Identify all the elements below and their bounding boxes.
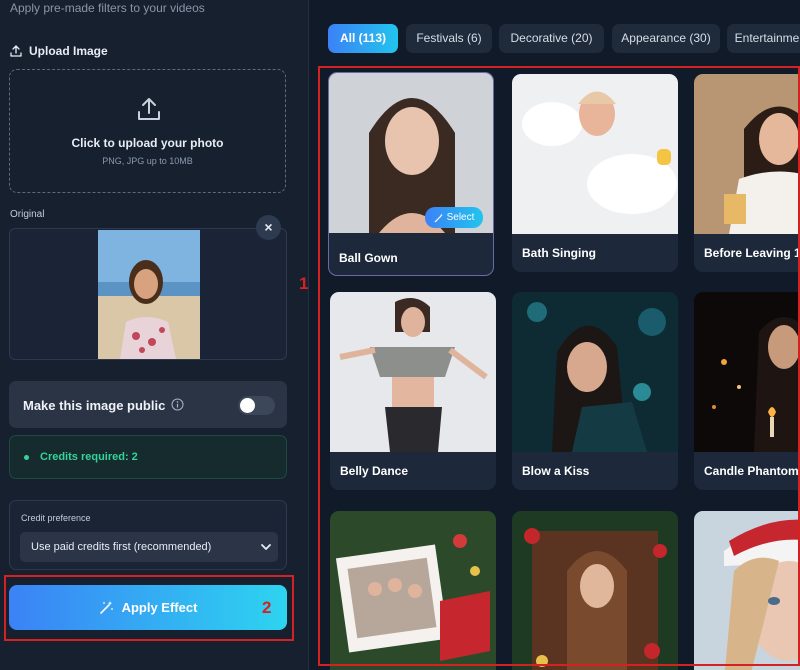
tab-entertainment[interactable]: Entertainment	[727, 24, 800, 53]
credits-info: Credits required: 2	[9, 435, 287, 479]
original-label: Original	[10, 209, 45, 220]
category-tabs: All (113) Festivals (6) Decorative (20) …	[309, 24, 800, 54]
annotation-box-apply	[4, 575, 294, 641]
upload-image-label-text: Upload Image	[29, 44, 108, 58]
dropzone-title: Click to upload your photo	[71, 136, 224, 150]
remove-image-button[interactable]: ×	[256, 215, 281, 240]
tab-all[interactable]: All (113)	[328, 24, 398, 53]
credit-preference-label: Credit preference	[21, 513, 91, 523]
annotation-number-2: 2	[262, 598, 272, 617]
credits-text: Credits required: 2	[40, 451, 138, 463]
tab-appearance[interactable]: Appearance (30)	[612, 24, 720, 53]
public-label: Make this image public	[23, 398, 166, 413]
original-photo	[98, 230, 200, 359]
original-preview	[9, 228, 287, 360]
dropzone-hint: PNG, JPG up to 10MB	[102, 156, 193, 166]
public-toggle[interactable]	[238, 396, 275, 415]
annotation-number-1: 1	[299, 274, 309, 293]
credit-preference-box: Credit preference Use paid credits first…	[9, 500, 287, 570]
page-subtitle: Apply pre-made filters to your videos	[10, 1, 205, 15]
close-icon: ×	[264, 219, 273, 235]
effects-sidebar: Apply pre-made filters to your videos Up…	[0, 0, 309, 670]
credit-preference-value: Use paid credits first (recommended)	[31, 541, 212, 553]
upload-dropzone[interactable]: Click to upload your photo PNG, JPG up t…	[9, 69, 286, 193]
tab-festivals[interactable]: Festivals (6)	[406, 24, 492, 53]
public-toggle-row: Make this image public	[9, 381, 287, 428]
credit-preference-select[interactable]: Use paid credits first (recommended)	[20, 532, 278, 562]
tab-decorative[interactable]: Decorative (20)	[499, 24, 604, 53]
annotation-box-gallery	[318, 66, 800, 666]
upload-image-label: Upload Image	[10, 44, 108, 58]
toggle-knob	[240, 398, 255, 413]
info-icon[interactable]	[171, 398, 184, 411]
chevron-down-icon	[261, 544, 271, 550]
upload-cloud-icon	[138, 98, 160, 120]
credits-dot-icon	[24, 455, 29, 460]
upload-icon	[10, 45, 22, 57]
